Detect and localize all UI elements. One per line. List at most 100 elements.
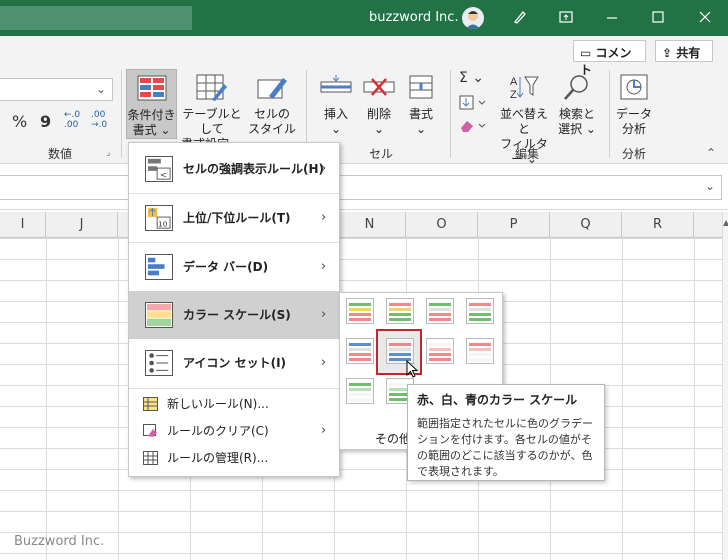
format-cells-icon — [409, 75, 433, 99]
clear-button[interactable] — [459, 118, 489, 137]
dialog-launcher-icon[interactable]: ⌟ — [106, 148, 110, 158]
menu-item-clear-rules[interactable]: ルールのクリア(C) › — [129, 418, 339, 444]
increase-decimal-button[interactable]: ←.0 .00 — [64, 110, 80, 130]
maximize-icon[interactable] — [650, 9, 666, 29]
color-scale-swatch[interactable] — [346, 298, 374, 324]
expand-formula-icon[interactable]: ⌄ — [705, 179, 715, 193]
manage-rules-icon — [143, 451, 158, 465]
sort-filter-icon: A Z — [510, 76, 539, 101]
column-header[interactable]: P — [478, 212, 550, 238]
data-analysis-button[interactable]: データ 分析 — [614, 70, 654, 138]
pen-icon[interactable] — [512, 9, 528, 29]
menu-item-manage-rules[interactable]: ルールの管理(R)... — [129, 445, 339, 471]
delete-button[interactable]: 削除 ⌄ — [359, 70, 399, 138]
menu-item-highlight-rules[interactable]: < セルの強調表示ルール(H) › — [129, 145, 339, 193]
watermark: Buzzword Inc. — [14, 534, 105, 549]
format-label: 書式 — [408, 107, 433, 121]
menu-item-label: データ バー(D) — [183, 260, 269, 274]
chevron-right-icon: › — [321, 307, 327, 322]
conditional-formatting-button[interactable]: 条件付き 書式 ⌄ — [126, 69, 177, 139]
collapse-ribbon-icon[interactable]: ⌃ — [706, 146, 716, 160]
eraser-icon — [461, 121, 486, 132]
share-icon: ⇪ — [662, 46, 673, 60]
menu-item-color-scales[interactable]: カラー スケール(S) › — [129, 291, 339, 339]
group-separator — [121, 70, 122, 158]
format-as-table-icon — [196, 74, 227, 101]
color-scale-swatch[interactable] — [346, 338, 374, 364]
minimize-icon[interactable] — [604, 9, 620, 29]
fill-button[interactable] — [459, 95, 489, 114]
scroll-up-icon[interactable]: ▲ — [723, 218, 728, 227]
svg-text:10: 10 — [158, 219, 168, 228]
vertical-scrollbar[interactable]: ▲ — [722, 212, 728, 560]
column-header[interactable]: I — [0, 212, 46, 238]
menu-item-label: アイコン セット(I) — [183, 356, 287, 370]
column-header[interactable]: R — [622, 212, 694, 238]
cell-styles-icon — [257, 78, 287, 99]
cf-label-line1: 条件付き — [127, 108, 176, 122]
number-format-select[interactable]: ⌄ — [0, 78, 113, 101]
decrease-decimal-button[interactable]: .00 →.0 — [91, 110, 107, 130]
conditional-formatting-icon — [137, 75, 167, 101]
tooltip: 赤、白、青のカラー スケール 範囲指定されたセルに色のグラデーションを付けます。… — [407, 384, 605, 481]
tooltip-title: 赤、白、青のカラー スケール — [417, 393, 578, 407]
format-button[interactable]: 書式 ⌄ — [401, 70, 441, 138]
cell-styles-button[interactable]: セルの スタイル ⌄ — [246, 70, 298, 151]
menu-item-label: ルールのクリア(C) — [167, 424, 269, 438]
color-scale-swatch[interactable] — [426, 338, 454, 364]
group-label-number: 数値 — [48, 147, 73, 161]
mouse-pointer-icon — [406, 360, 419, 378]
comment-icon: ▭ — [580, 46, 592, 60]
chevron-right-icon: › — [321, 259, 327, 274]
menu-item-new-rule[interactable]: 新しいルール(N)... — [129, 391, 339, 417]
fill-down-icon — [459, 95, 486, 110]
color-scale-swatch[interactable] — [386, 298, 414, 324]
format-as-table-button[interactable]: テーブルとして 書式設定 ⌄ — [178, 70, 246, 151]
format-chevron: ⌄ — [415, 122, 427, 136]
color-scale-swatch[interactable] — [466, 338, 494, 364]
insert-button[interactable]: 挿入 ⌄ — [316, 70, 356, 138]
column-header[interactable]: J — [46, 212, 118, 238]
avatar[interactable] — [462, 7, 484, 29]
menu-separator — [129, 388, 339, 389]
column-header[interactable]: O — [406, 212, 478, 238]
new-rule-icon — [143, 397, 158, 411]
formula-input[interactable]: ⌄ — [0, 175, 722, 200]
find-select-button[interactable]: 検索と 選択 ⌄ — [554, 70, 600, 138]
menu-item-label: 新しいルール(N)... — [167, 397, 269, 411]
chevron-right-icon: › — [321, 161, 327, 176]
close-icon[interactable] — [697, 9, 713, 29]
share-button[interactable]: ⇪ 共有 — [655, 40, 713, 62]
data-bars-icon — [145, 254, 173, 280]
more-rules-link[interactable]: その他 — [375, 430, 411, 447]
color-scale-swatch[interactable] — [346, 378, 374, 404]
insert-label: 挿入 — [323, 107, 348, 121]
title-search-box[interactable] — [0, 6, 192, 30]
comma-style-button[interactable]: 9 — [40, 112, 51, 131]
insert-chevron: ⌄ — [330, 122, 342, 136]
column-header[interactable]: N — [334, 212, 406, 238]
ribbon-display-icon[interactable] — [558, 9, 574, 29]
menu-item-data-bars[interactable]: データ バー(D) › — [129, 243, 339, 291]
cf-label-line2: 書式 ⌄ — [132, 123, 171, 137]
svg-text:Z: Z — [510, 89, 517, 101]
percent-style-button[interactable]: % — [12, 112, 27, 131]
color-scale-swatch[interactable] — [466, 298, 494, 324]
chevron-right-icon: › — [321, 355, 327, 370]
autosum-button[interactable]: Σ ⌄ — [459, 70, 484, 86]
group-label-editing: 編集 — [515, 147, 540, 161]
sort-filter-button[interactable]: A Z 並べ替えと フィルター ⌄ — [495, 70, 553, 166]
menu-item-icon-sets[interactable]: アイコン セット(I) › — [129, 339, 339, 387]
menu-item-top-bottom-rules[interactable]: 10 上位/下位ルール(T) › — [129, 194, 339, 242]
top-bottom-rules-icon: 10 — [145, 205, 173, 231]
color-scale-swatch[interactable] — [426, 298, 454, 324]
conditional-formatting-menu: < セルの強調表示ルール(H) › 10 上位/下位ルール(T) › データ バ… — [128, 142, 340, 477]
color-scales-icon — [145, 302, 173, 328]
account-name[interactable]: buzzword Inc. — [369, 10, 459, 25]
comment-button[interactable]: ▭ コメント — [573, 40, 646, 77]
column-header[interactable]: Q — [550, 212, 622, 238]
chevron-right-icon: › — [321, 423, 327, 438]
fat-label-line1: テーブルとして — [182, 107, 242, 136]
group-label-cells: セル — [369, 147, 394, 161]
insert-cells-icon — [320, 75, 352, 93]
